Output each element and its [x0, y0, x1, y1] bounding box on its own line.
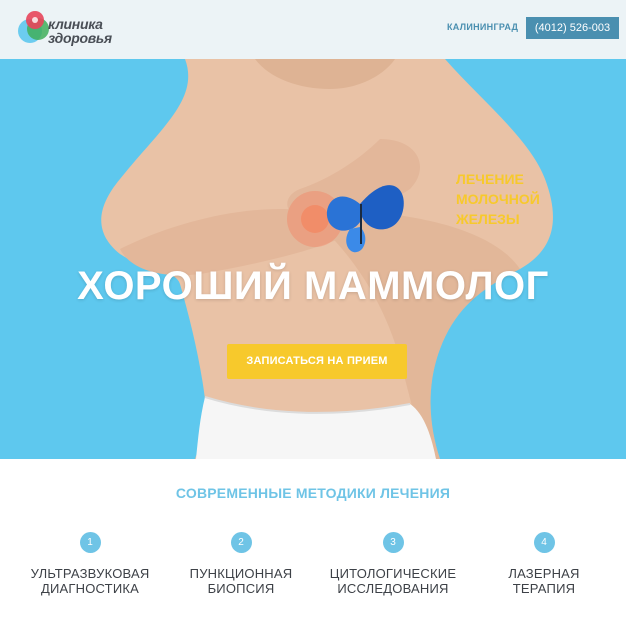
hero-tagline-line-2: МОЛОЧНОЙ	[456, 191, 540, 207]
methods-heading: СОВРЕМЕННЫЕ МЕТОДИКИ ЛЕЧЕНИЯ	[175, 485, 451, 501]
step-number-badge: 2	[230, 532, 252, 553]
logo-line-2: здоровья	[48, 30, 112, 46]
method-label: ПУНКЦИОННАЯ БИОПСИЯ	[189, 566, 293, 596]
step-number-badge: 4	[533, 532, 555, 553]
hero-title: ХОРОШИЙ МАММОЛОГ	[77, 264, 549, 308]
logo-line-1: клиника	[48, 16, 103, 32]
hero-tagline-line-1: ЛЕЧЕНИЕ	[456, 171, 524, 187]
method-label: УЛЬТРАЗВУКОВАЯ ДИАГНОСТИКА	[30, 566, 150, 596]
method-item-ultrasound: 1 УЛЬТРАЗВУКОВАЯ ДИАГНОСТИКА	[15, 532, 165, 596]
method-item-laser: 4 ЛАЗЕРНАЯ ТЕРАПИЯ	[469, 532, 619, 596]
phone-button[interactable]: (4012) 526-003	[526, 17, 619, 39]
hero-illustration	[101, 59, 553, 459]
logo-text: клиника здоровья	[48, 17, 112, 45]
hero-tagline: ЛЕЧЕНИЕ МОЛОЧНОЙ ЖЕЛЕЗЫ	[456, 169, 540, 229]
hero-tagline-line-3: ЖЕЛЕЗЫ	[456, 211, 520, 227]
logo[interactable]: клиника здоровья	[14, 6, 124, 50]
hero-section: ЛЕЧЕНИЕ МОЛОЧНОЙ ЖЕЛЕЗЫ ХОРОШИЙ МАММОЛОГ…	[0, 59, 626, 459]
step-number-badge: 3	[382, 532, 404, 553]
site-header: клиника здоровья КАЛИНИНГРАД (4012) 526-…	[0, 0, 626, 59]
method-item-cytology: 3 ЦИТОЛОГИЧЕСКИЕ ИССЛЕДОВАНИЯ	[318, 532, 468, 596]
method-label: ЛАЗЕРНАЯ ТЕРАПИЯ	[508, 566, 580, 596]
method-label: ЦИТОЛОГИЧЕСКИЕ ИССЛЕДОВАНИЯ	[329, 566, 457, 596]
method-item-biopsy: 2 ПУНКЦИОННАЯ БИОПСИЯ	[166, 532, 316, 596]
city-selector[interactable]: КАЛИНИНГРАД	[447, 22, 518, 32]
book-appointment-button[interactable]: ЗАПИСАТЬСЯ НА ПРИЕМ	[227, 344, 407, 379]
step-number-badge: 1	[79, 532, 101, 553]
